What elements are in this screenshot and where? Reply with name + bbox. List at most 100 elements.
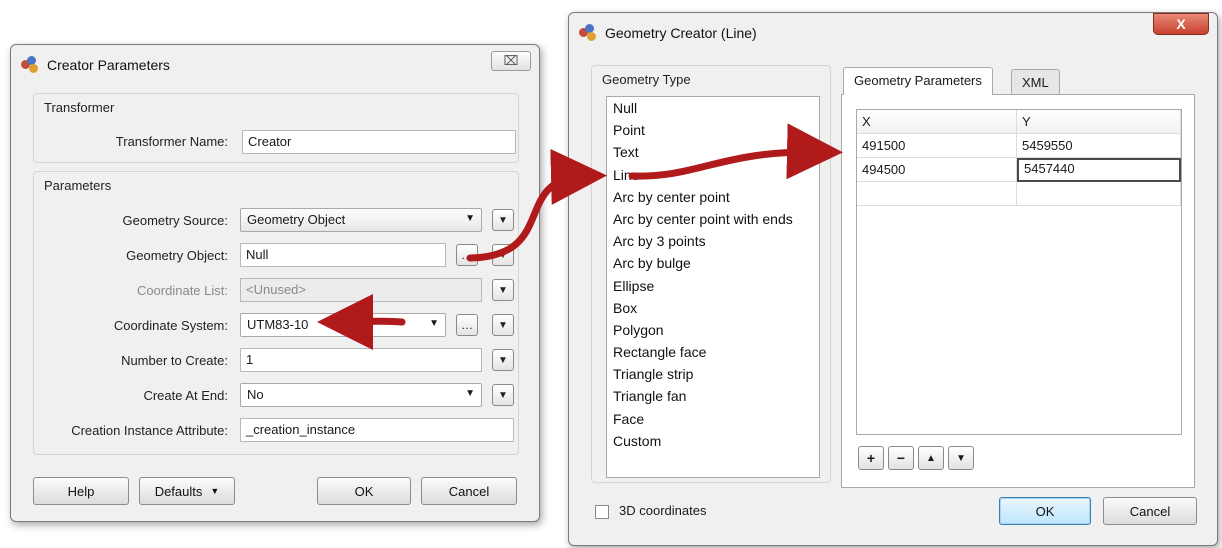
plus-icon: + <box>866 450 876 466</box>
chevron-down-icon: ▼ <box>498 389 508 401</box>
create-at-end-menu-button[interactable]: ▼ <box>492 384 514 406</box>
geometry-source-menu-button[interactable]: ▼ <box>492 209 514 231</box>
chevron-down-icon: ▼ <box>498 249 508 261</box>
move-row-down-button[interactable]: ▼ <box>948 446 974 470</box>
fme-app-icon <box>579 24 597 42</box>
creation-instance-field[interactable]: _creation_instance <box>240 418 514 442</box>
chevron-down-icon: ▼ <box>210 486 220 496</box>
tab-xml[interactable]: XML <box>1011 69 1060 95</box>
creator-parameters-dialog: Creator Parameters ⌧ Transformer Transfo… <box>10 44 540 522</box>
geometry-creator-dialog: Geometry Creator (Line) X Geometry Type … <box>568 12 1218 546</box>
coordinate-system-value: UTM83-10 <box>247 317 309 332</box>
cancel-button[interactable]: Cancel <box>1103 497 1197 525</box>
defaults-button[interactable]: Defaults ▼ <box>139 477 235 505</box>
geometry-type-list[interactable]: Null Point Text Line Arc by center point Arc … <box>606 96 820 478</box>
number-to-create-field[interactable]: 1 <box>240 348 482 372</box>
create-at-end-label: Create At End: <box>143 388 228 403</box>
chevron-down-icon: ▼ <box>498 214 508 226</box>
grid-header-row: XY <box>857 110 1181 134</box>
create-at-end-value: No <box>247 387 264 402</box>
add-row-button[interactable]: + <box>858 446 884 470</box>
dropdown-arrow-icon: ▼ <box>465 388 475 399</box>
geometry-object-label: Geometry Object: <box>126 248 228 263</box>
geometry-type-item[interactable]: Triangle strip <box>607 363 819 385</box>
tab-geometry-parameters[interactable]: Geometry Parameters <box>843 67 993 95</box>
geometry-type-item[interactable]: Text <box>607 141 819 163</box>
chevron-down-icon: ▼ <box>498 284 508 296</box>
ok-button[interactable]: OK <box>999 497 1091 525</box>
defaults-label: Defaults <box>154 483 203 499</box>
geometry-source-value: Geometry Object <box>247 212 346 227</box>
transformer-name-label: Transformer Name: <box>115 134 228 149</box>
number-to-create-label: Number to Create: <box>121 353 228 368</box>
geometry-type-item[interactable]: Triangle fan <box>607 385 819 407</box>
geometry-type-item[interactable]: Ellipse <box>607 275 819 297</box>
geometry-type-item[interactable]: Null <box>607 97 819 119</box>
geometry-object-field[interactable]: Null <box>240 243 446 267</box>
geometry-type-item[interactable]: Arc by center point <box>607 186 819 208</box>
transformer-group-title: Transformer <box>44 100 115 115</box>
geometry-type-item[interactable]: Arc by bulge <box>607 252 819 274</box>
minus-icon: − <box>896 450 906 466</box>
geometry-object-menu-button[interactable]: ▼ <box>492 244 514 266</box>
coordinate-system-select[interactable]: UTM83-10 ▼ <box>240 313 446 337</box>
transformer-group: Transformer Transformer Name: Creator <box>33 93 519 163</box>
table-row[interactable] <box>857 182 1181 206</box>
move-row-up-button[interactable]: ▲ <box>918 446 944 470</box>
parameters-group-title: Parameters <box>44 178 112 193</box>
grid-column-header[interactable]: X <box>857 110 1017 134</box>
geometry-object-browse-button[interactable]: … <box>456 244 478 266</box>
geometry-type-item[interactable]: Face <box>607 408 819 430</box>
dialog-title: Geometry Creator (Line) <box>605 25 757 41</box>
creation-instance-label: Creation Instance Attribute: <box>71 423 228 438</box>
geometry-source-select[interactable]: Geometry Object ▼ <box>240 208 482 232</box>
coordinate-system-label: Coordinate System: <box>113 318 228 333</box>
creator-parameters-titlebar: Creator Parameters <box>11 45 539 85</box>
x-cell[interactable]: 491500 <box>857 134 1017 158</box>
geometry-type-item[interactable]: Rectangle face <box>607 341 819 363</box>
dropdown-arrow-icon: ▼ <box>465 213 475 224</box>
remove-row-button[interactable]: − <box>888 446 914 470</box>
geometry-type-title: Geometry Type <box>602 72 691 87</box>
close-icon: ⌧ <box>503 53 519 68</box>
transformer-name-field[interactable]: Creator <box>242 130 516 154</box>
close-icon: X <box>1176 16 1186 32</box>
coordinate-grid[interactable]: X Y 491500 5459550 494500 5457440 <box>856 109 1182 435</box>
fme-app-icon <box>21 56 39 74</box>
y-cell[interactable] <box>1017 182 1181 206</box>
create-at-end-select[interactable]: No ▼ <box>240 383 482 407</box>
geometry-creator-titlebar: Geometry Creator (Line) <box>569 13 1217 53</box>
geometry-type-item[interactable]: Line <box>607 164 819 186</box>
ellipsis-icon: … <box>461 248 473 262</box>
arrow-down-icon: ▼ <box>956 452 966 464</box>
ok-button[interactable]: OK <box>317 477 411 505</box>
number-to-create-menu-button[interactable]: ▼ <box>492 349 514 371</box>
table-row[interactable]: 491500 5459550 <box>857 134 1181 158</box>
help-button[interactable]: Help <box>33 477 129 505</box>
dialog-title: Creator Parameters <box>47 57 170 73</box>
geometry-type-item[interactable]: Arc by center point with ends <box>607 208 819 230</box>
x-cell[interactable]: 494500 <box>857 158 1017 182</box>
close-button[interactable]: ⌧ <box>491 51 531 71</box>
geometry-type-item[interactable]: Custom <box>607 430 819 452</box>
x-cell[interactable] <box>857 182 1017 206</box>
coordinate-system-menu-button[interactable]: ▼ <box>492 314 514 336</box>
geometry-type-item[interactable]: Polygon <box>607 319 819 341</box>
3d-coordinates-checkbox[interactable] <box>595 505 609 519</box>
geometry-type-group: Geometry Type Null Point Text Line Arc by ce… <box>591 65 831 483</box>
y-cell-editing[interactable]: 5457440 <box>1017 158 1181 182</box>
chevron-down-icon: ▼ <box>498 354 508 366</box>
coordinate-system-browse-button[interactable]: … <box>456 314 478 336</box>
y-cell[interactable]: 5459550 <box>1017 134 1181 158</box>
3d-coordinates-label: 3D coordinates <box>619 503 707 518</box>
close-button[interactable]: X <box>1153 13 1209 35</box>
coordinate-list-menu-button[interactable]: ▼ <box>492 279 514 301</box>
geometry-source-label: Geometry Source: <box>122 213 229 228</box>
table-row[interactable]: 494500 5457440 <box>857 158 1181 182</box>
geometry-type-item[interactable]: Arc by 3 points <box>607 230 819 252</box>
geometry-type-item[interactable]: Box <box>607 297 819 319</box>
grid-column-header[interactable]: Y <box>1017 110 1181 134</box>
geometry-type-item[interactable]: Point <box>607 119 819 141</box>
cancel-button[interactable]: Cancel <box>421 477 517 505</box>
chevron-down-icon: ▼ <box>498 319 508 331</box>
